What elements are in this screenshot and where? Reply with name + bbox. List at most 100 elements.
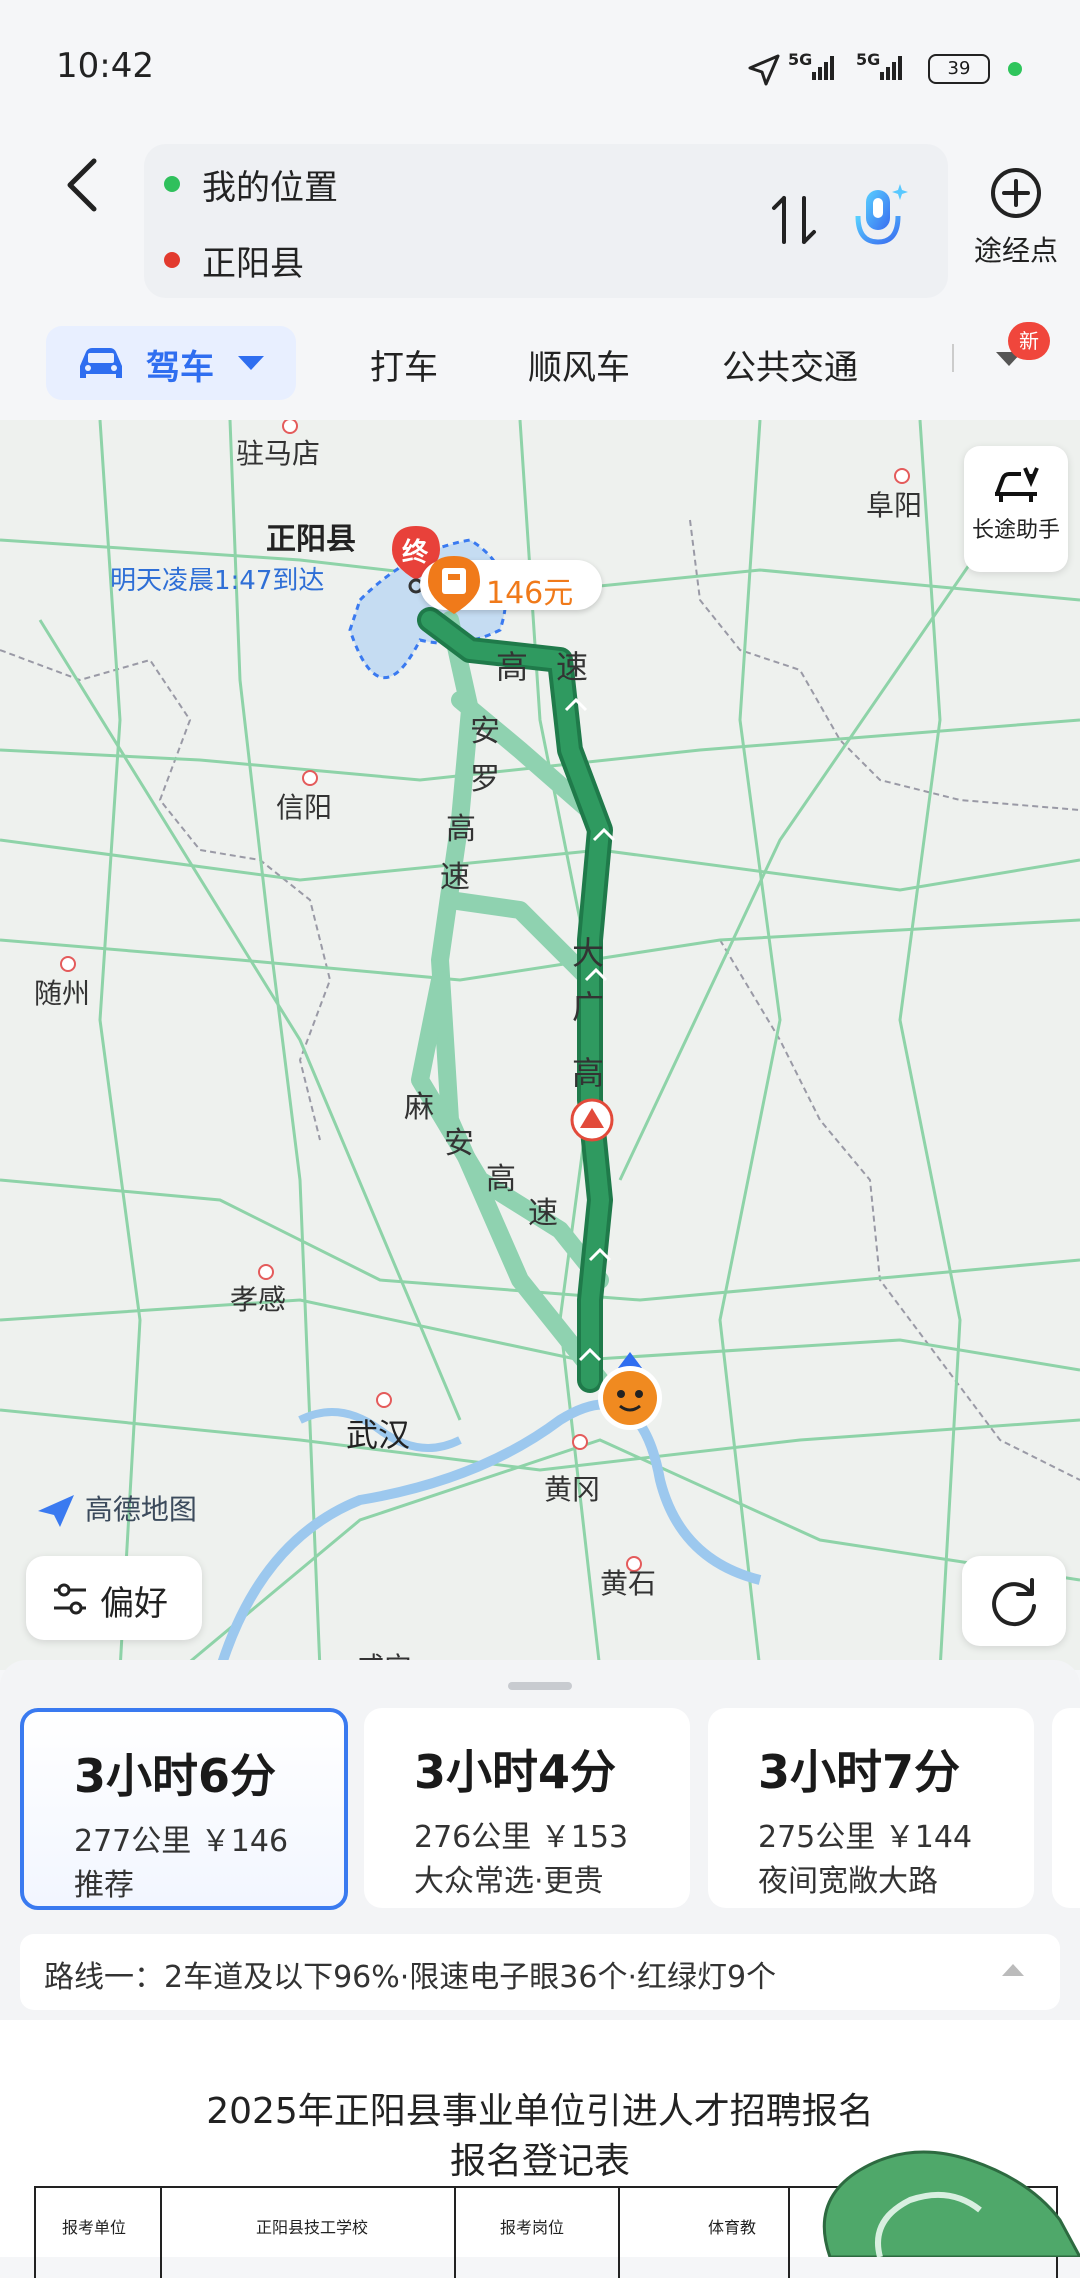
- toll-bubble[interactable]: 146元: [420, 556, 602, 614]
- sticker-decoration: [822, 2150, 1080, 2257]
- privacy-indicator-dot: [1008, 62, 1022, 76]
- highway-label: 速: [440, 860, 470, 895]
- highway-label: 速: [528, 1196, 558, 1231]
- status-bar: 10:42 5G 5G 39: [0, 0, 1080, 140]
- signal-bars-2-icon: [880, 56, 904, 84]
- city-dot: [376, 1392, 392, 1408]
- route-option-4-partial[interactable]: [1052, 1708, 1080, 1908]
- table-cell: 报考岗位: [500, 2218, 565, 2237]
- origin-dot-icon: [164, 176, 180, 192]
- tab-public-transit[interactable]: 公共交通: [722, 340, 858, 389]
- toll-amount: 146元: [486, 576, 574, 611]
- city-label-xinyang: 信阳: [276, 791, 333, 824]
- signal-bars-1-icon: [812, 56, 836, 84]
- route-distance-cost: 277公里 ￥146: [74, 1824, 289, 1859]
- highway-label: 大: [572, 934, 605, 972]
- sheet-drag-handle[interactable]: [508, 1682, 572, 1690]
- city-label-suizhou: 随州: [34, 977, 91, 1010]
- long-trip-assistant-label: 长途助手: [971, 518, 1060, 543]
- route-duration: 3小时4分: [414, 1745, 617, 1799]
- refresh-button[interactable]: [962, 1556, 1066, 1646]
- city-label-zhengyang: 正阳县: [266, 522, 356, 557]
- route-distance-cost: 275公里 ￥144: [758, 1820, 973, 1855]
- destination-dot-icon: [164, 252, 180, 268]
- highway-label: 高: [496, 648, 529, 686]
- city-label-fuyang: 阜阳: [866, 489, 923, 522]
- origin-field[interactable]: 我的位置: [164, 162, 338, 208]
- toll-station-icon: [428, 556, 480, 614]
- highway-label: 罗: [470, 762, 500, 797]
- city-label-xiaogan: 孝感: [230, 1283, 287, 1316]
- city-dot: [894, 468, 910, 484]
- route-duration: 3小时6分: [74, 1749, 277, 1803]
- destination-field[interactable]: 正阳县: [164, 238, 304, 284]
- route-option-3[interactable]: 3小时7分 275公里 ￥144 夜间宽敞大路: [708, 1708, 1034, 1908]
- route-info-text: 路线一：2车道及以下96%·限速电子眼36个·红绿灯9个: [44, 1960, 777, 1995]
- refresh-icon: [992, 1578, 1036, 1627]
- preference-button[interactable]: 偏好: [26, 1556, 202, 1640]
- route-tag: 大众常选·更贵: [414, 1864, 604, 1899]
- city-label-huangshi: 黄石: [600, 1567, 657, 1600]
- amap-logo-text: 高德地图: [84, 1493, 197, 1526]
- city-label-zhumadian: 驻马店: [236, 437, 321, 470]
- add-waypoint-button[interactable]: 途经点: [966, 165, 1066, 269]
- end-marker-label: 终: [402, 538, 429, 568]
- signal-strength-2: 5G: [856, 50, 880, 69]
- tab-carpool[interactable]: 顺风车: [528, 340, 630, 389]
- document-title: 2025年正阳县事业单位引进人才招聘报名: [206, 2091, 874, 2132]
- sliders-icon: [54, 1583, 86, 1615]
- waypoint-label: 途经点: [973, 234, 1058, 267]
- route-option-1[interactable]: 3小时6分 277公里 ￥146 推荐: [20, 1708, 348, 1910]
- city-dot: [572, 1434, 588, 1450]
- swap-route-icon[interactable]: [770, 190, 818, 250]
- highway-label: 速: [556, 648, 589, 686]
- highway-label: 高: [486, 1162, 516, 1197]
- highway-label: 安: [470, 714, 500, 749]
- highway-label: 高: [572, 1054, 605, 1092]
- preference-label: 偏好: [100, 1584, 168, 1624]
- highway-label: 安: [444, 1126, 474, 1161]
- car-icon: [80, 348, 122, 378]
- location-arrow-icon: [748, 54, 780, 86]
- city-dot: [302, 770, 318, 786]
- highway-label: 高: [446, 812, 476, 847]
- destination-label: 正阳县: [202, 243, 304, 284]
- arrival-time-label: 明天凌晨1:47到达: [110, 566, 325, 596]
- highway-label: 广: [572, 988, 605, 1026]
- map-view[interactable]: 驻马店 阜阳 正阳县 明天凌晨1:47到达 信阳 随州 孝感 武汉 黄冈 黄石 …: [0, 420, 1080, 1670]
- chevron-down-icon: [238, 356, 264, 370]
- amap-logo: 高德地图: [36, 1488, 197, 1529]
- back-arrow-icon[interactable]: [58, 155, 108, 215]
- avatar-location-icon: [598, 1352, 662, 1430]
- tab-divider: [952, 344, 954, 372]
- battery-indicator: 39: [928, 54, 990, 84]
- current-location-marker: [590, 1346, 670, 1436]
- add-circle-icon: [991, 168, 1041, 218]
- tab-drive[interactable]: 驾车: [46, 326, 296, 400]
- route-tag: 推荐: [74, 1868, 134, 1903]
- route-tag: 夜间宽敞大路: [758, 1864, 938, 1899]
- table-cell: 体育教: [708, 2218, 757, 2237]
- city-label-huanggang: 黄冈: [544, 1473, 601, 1506]
- city-label-wuhan: 武汉: [346, 1416, 411, 1454]
- city-dot: [60, 956, 76, 972]
- signal-strength-1: 5G: [788, 50, 812, 69]
- route-info-bar[interactable]: 路线一：2车道及以下96%·限速电子眼36个·红绿灯9个: [20, 1934, 1060, 2010]
- origin-label: 我的位置: [202, 167, 338, 208]
- table-cell: 报考单位: [62, 2218, 127, 2237]
- clock: 10:42: [56, 46, 154, 86]
- document-preview: 2025年正阳县事业单位引进人才招聘报名 报名登记表 报考单位 正阳县技工学校 …: [0, 2020, 1080, 2278]
- amap-logo-icon: [38, 1495, 74, 1527]
- long-trip-assistant-button[interactable]: 长途助手: [964, 446, 1068, 572]
- route-duration: 3小时7分: [758, 1745, 961, 1799]
- new-badge: 新: [1008, 322, 1050, 360]
- route-input-box: 我的位置 正阳县: [144, 144, 948, 298]
- car-assistant-icon: [995, 467, 1039, 502]
- table-cell: 正阳县技工学校: [256, 2218, 369, 2237]
- tab-taxi[interactable]: 打车: [370, 340, 438, 389]
- tab-drive-label: 驾车: [146, 348, 214, 388]
- network-type-2: 5G: [856, 50, 881, 69]
- route-option-2[interactable]: 3小时4分 276公里 ￥153 大众常选·更贵: [364, 1708, 690, 1908]
- expand-up-icon: [1002, 1964, 1024, 1976]
- voice-assistant-icon[interactable]: [850, 180, 910, 256]
